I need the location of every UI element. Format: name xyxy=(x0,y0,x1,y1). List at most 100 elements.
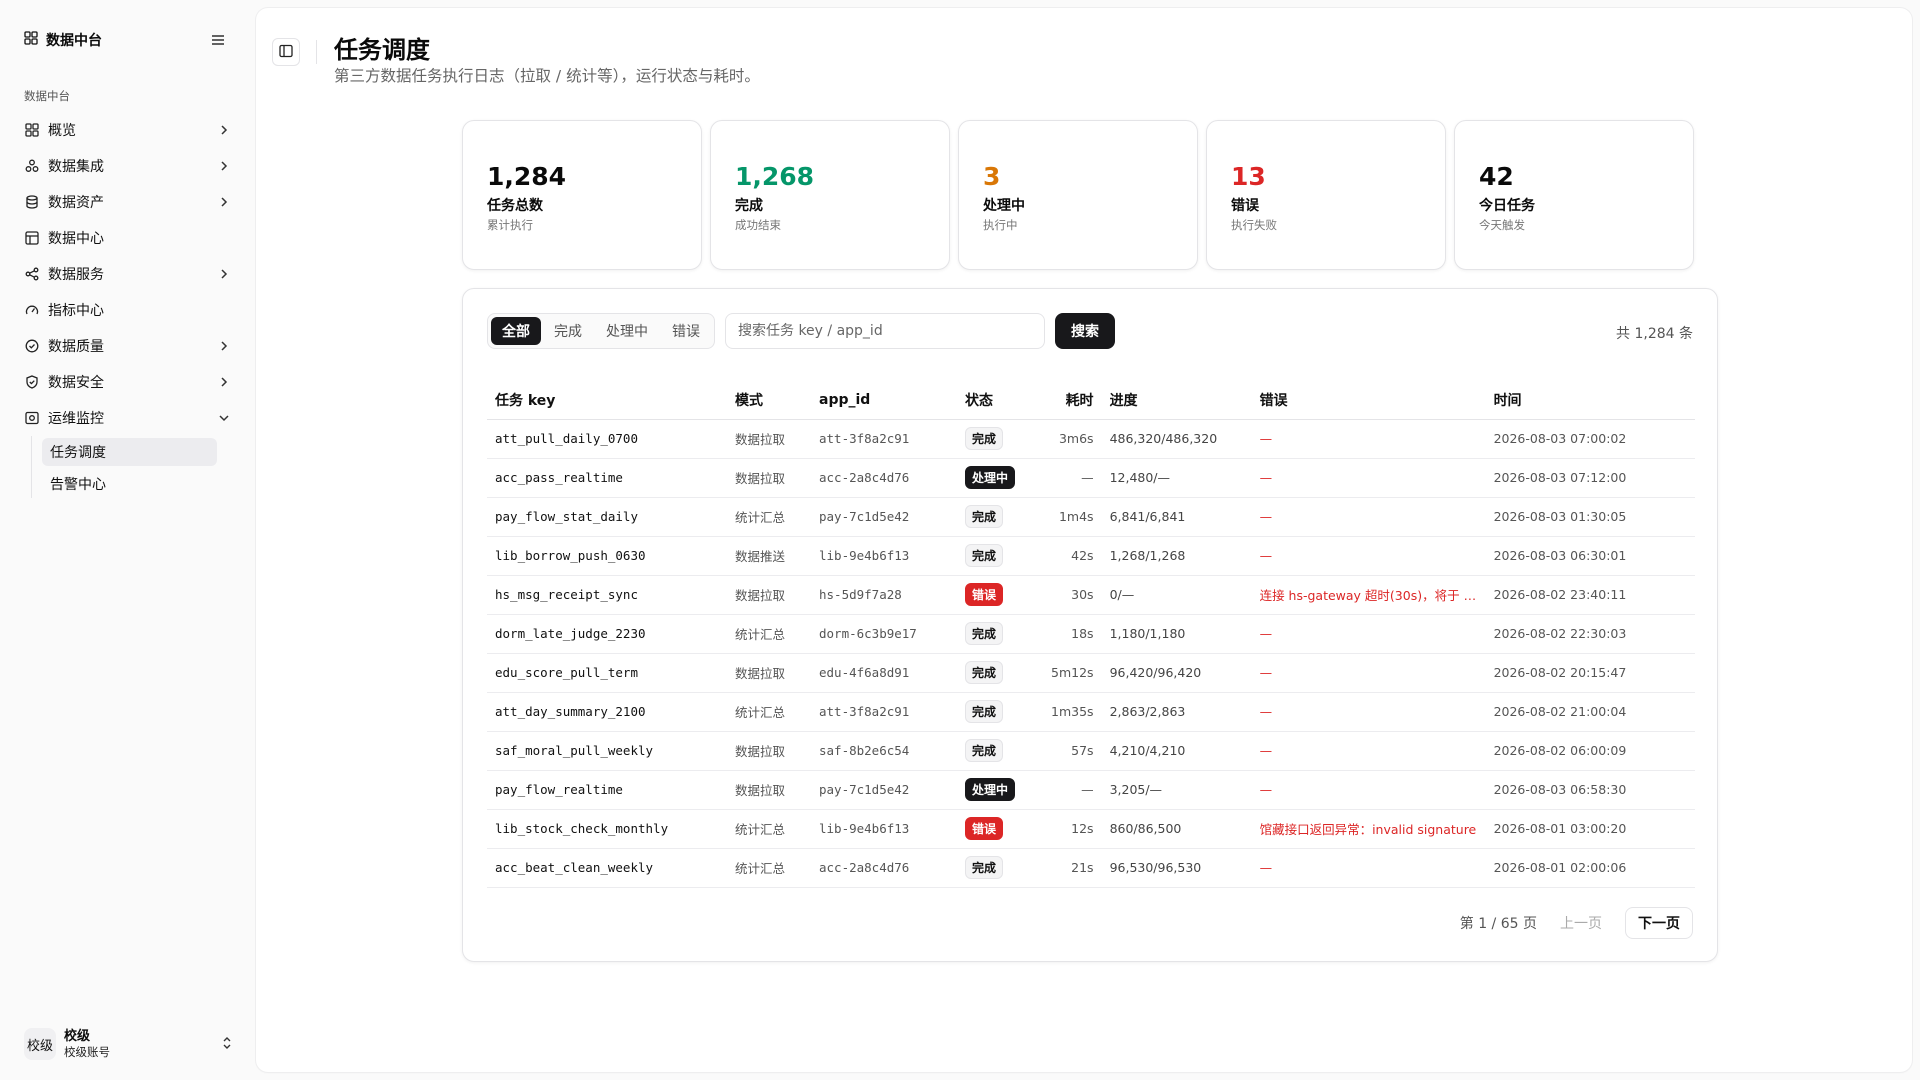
table-row[interactable]: att_pull_daily_0700 数据拉取 att-3f8a2c91 完成 3m6… xyxy=(487,419,1695,459)
duration-cell: 57s xyxy=(1043,731,1102,771)
search-button[interactable]: 搜索 xyxy=(1055,313,1115,349)
stat-card-running: 3 处理中 执行中 xyxy=(958,120,1198,270)
duration-cell: — xyxy=(1043,458,1102,498)
sidebar-item-overview[interactable]: 概览 xyxy=(16,112,240,148)
filter-tab-done[interactable]: 完成 xyxy=(543,317,593,345)
sidebar: 数据中台 数据中台 概览 数据集成 数据资产 数据中心 数据服务 指标中心 数据… xyxy=(0,0,256,1080)
mode-cell: 数据拉取 xyxy=(727,419,811,459)
status-cell: 完成 xyxy=(957,614,1043,654)
task-key-cell: acc_beat_clean_weekly xyxy=(487,848,727,888)
status-cell: 完成 xyxy=(957,653,1043,693)
sidebar-item-label: 数据中心 xyxy=(48,231,104,247)
sidebar-subitem-alert-center[interactable]: 告警中心 xyxy=(42,470,217,498)
sidebar-item-assets[interactable]: 数据资产 xyxy=(16,184,240,220)
table-row[interactable]: att_day_summary_2100 统计汇总 att-3f8a2c91 完成 1m… xyxy=(487,692,1695,732)
progress-cell: 96,530/96,530 xyxy=(1101,848,1252,888)
status-badge: 完成 xyxy=(965,661,1004,684)
status-cell: 完成 xyxy=(957,497,1043,537)
mode-cell: 统计汇总 xyxy=(727,692,811,732)
sidebar-item-label: 数据服务 xyxy=(48,267,104,283)
sidebar-item-label: 数据安全 xyxy=(48,375,104,391)
mode-cell: 数据拉取 xyxy=(727,770,811,810)
mode-cell: 数据拉取 xyxy=(727,458,811,498)
progress-cell: 4,210/4,210 xyxy=(1101,731,1252,771)
task-key-cell: pay_flow_realtime xyxy=(487,770,727,810)
table-row[interactable]: saf_moral_pull_weekly 数据拉取 saf-8b2e6c54 完成 5… xyxy=(487,731,1695,771)
app-id-cell: att-3f8a2c91 xyxy=(811,692,957,732)
time-cell: 2026-08-02 20:15:47 xyxy=(1485,653,1695,693)
monitor-icon xyxy=(24,410,40,426)
table-row[interactable]: lib_borrow_push_0630 数据推送 lib-9e4b6f13 完成 42… xyxy=(487,536,1695,576)
table-row[interactable]: dorm_late_judge_2230 统计汇总 dorm-6c3b9e17 完成 1… xyxy=(487,614,1695,654)
progress-cell: 0/— xyxy=(1101,575,1252,615)
progress-cell: 3,205/— xyxy=(1101,770,1252,810)
sidebar-item-label: 数据资产 xyxy=(48,195,104,211)
sidebar-item-quality[interactable]: 数据质量 xyxy=(16,328,240,364)
sidebar-item-security[interactable]: 数据安全 xyxy=(16,364,240,400)
sidebar-nav: 概览 数据集成 数据资产 数据中心 数据服务 指标中心 数据质量 数据安全 运维… xyxy=(16,112,240,502)
table-row[interactable]: pay_flow_stat_daily 统计汇总 pay-7c1d5e42 完成 1m4… xyxy=(487,497,1695,537)
time-cell: 2026-08-02 22:30:03 xyxy=(1485,614,1695,654)
sidebar-item-label: 数据质量 xyxy=(48,339,104,355)
filter-tab-error[interactable]: 错误 xyxy=(661,317,711,345)
sidebar-item-label: 概览 xyxy=(48,123,76,139)
time-cell: 2026-08-02 23:40:11 xyxy=(1485,575,1695,615)
progress-cell: 96,420/96,420 xyxy=(1101,653,1252,693)
status-cell: 完成 xyxy=(957,419,1043,459)
table-row[interactable]: lib_stock_check_monthly 统计汇总 lib-9e4b6f13 错… xyxy=(487,809,1695,849)
stat-sub: 成功结束 xyxy=(735,217,781,232)
status-cell: 处理中 xyxy=(957,770,1043,810)
table-row[interactable]: acc_beat_clean_weekly 统计汇总 acc-2a8c4d76 完成 2… xyxy=(487,848,1695,888)
sidebar-item-services[interactable]: 数据服务 xyxy=(16,256,240,292)
error-cell: — xyxy=(1251,770,1486,810)
sidebar-toggle-button[interactable] xyxy=(272,38,300,66)
status-cell: 错误 xyxy=(957,809,1043,849)
duration-cell: 30s xyxy=(1043,575,1102,615)
task-key-cell: hs_msg_receipt_sync xyxy=(487,575,727,615)
avatar: 校级 xyxy=(24,1028,56,1060)
sidebar-item-metrics[interactable]: 指标中心 xyxy=(16,292,240,328)
status-badge: 完成 xyxy=(965,622,1004,645)
status-badge: 错误 xyxy=(965,583,1004,606)
brand[interactable]: 数据中台 xyxy=(24,28,102,52)
total-count: 共 1,284 条 xyxy=(1616,326,1693,342)
mode-cell: 统计汇总 xyxy=(727,497,811,537)
sidebar-item-label: 数据集成 xyxy=(48,159,104,175)
column-header-progress: 进度 xyxy=(1101,381,1252,420)
status-filter-tabs: 全部 完成 处理中 错误 xyxy=(487,313,715,349)
filter-tab-running[interactable]: 处理中 xyxy=(595,317,659,345)
task-key-cell: saf_moral_pull_weekly xyxy=(487,731,727,771)
duration-cell: 18s xyxy=(1043,614,1102,654)
duration-cell: 3m6s xyxy=(1043,419,1102,459)
menu-icon[interactable] xyxy=(206,28,230,52)
chevron-right-icon xyxy=(216,266,232,282)
table-row[interactable]: hs_msg_receipt_sync 数据拉取 hs-5d9f7a28 错误 30s 0… xyxy=(487,575,1695,615)
error-cell: — xyxy=(1251,848,1486,888)
gauge-icon xyxy=(24,302,40,318)
prev-page-button[interactable]: 上一页 xyxy=(1547,907,1615,939)
table-row[interactable]: edu_score_pull_term 数据拉取 edu-4f6a8d91 完成 5m1… xyxy=(487,653,1695,693)
next-page-button[interactable]: 下一页 xyxy=(1625,907,1693,939)
stat-sub: 执行中 xyxy=(983,217,1018,232)
table-row[interactable]: pay_flow_realtime 数据拉取 pay-7c1d5e42 处理中 —3,2… xyxy=(487,770,1695,810)
column-header-time: 时间 xyxy=(1485,381,1695,420)
sidebar-item-label: 运维监控 xyxy=(48,411,104,427)
status-cell: 处理中 xyxy=(957,458,1043,498)
sidebar-item-data-center[interactable]: 数据中心 xyxy=(16,220,240,256)
sidebar-subitem-task-schedule[interactable]: 任务调度 xyxy=(42,438,217,466)
grid-icon xyxy=(24,122,40,138)
duration-cell: 1m4s xyxy=(1043,497,1102,537)
page-subtitle: 第三方数据任务执行日志（拉取 / 统计等），运行状态与耗时。 xyxy=(334,67,760,85)
table-row[interactable]: acc_pass_realtime 数据拉取 acc-2a8c4d76 处理中 —12,… xyxy=(487,458,1695,498)
sidebar-item-integration[interactable]: 数据集成 xyxy=(16,148,240,184)
task-key-cell: lib_borrow_push_0630 xyxy=(487,536,727,576)
account-switcher[interactable]: 校级 校级 校级账号 xyxy=(16,1020,240,1068)
mode-cell: 统计汇总 xyxy=(727,848,811,888)
status-badge: 完成 xyxy=(965,544,1004,567)
filter-tab-all[interactable]: 全部 xyxy=(491,317,541,345)
sidebar-item-ops-monitor[interactable]: 运维监控 xyxy=(16,400,240,436)
search-input[interactable] xyxy=(725,313,1045,349)
error-cell: — xyxy=(1251,497,1486,537)
app-id-cell: lib-9e4b6f13 xyxy=(811,809,957,849)
chevron-right-icon xyxy=(216,338,232,354)
